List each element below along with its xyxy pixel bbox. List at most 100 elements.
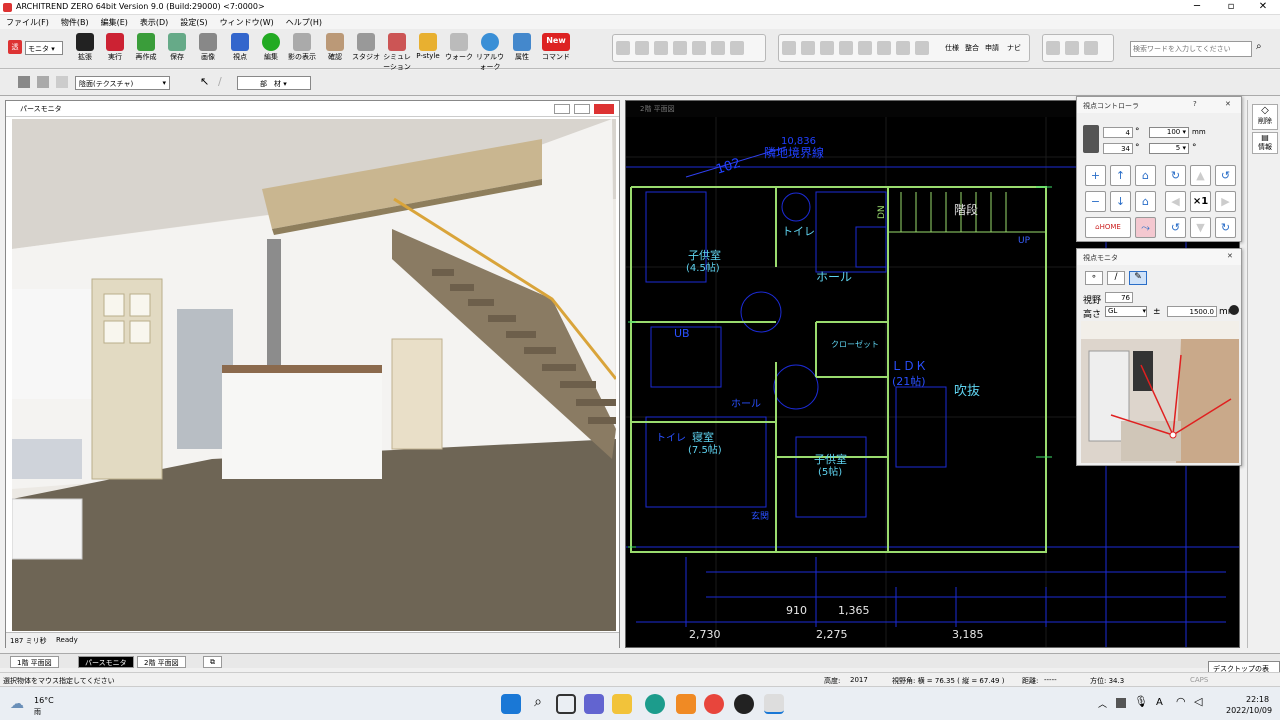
vc-close-icon[interactable]: ✕ [1225, 100, 1231, 108]
rotate-left-button[interactable]: ↻ [1165, 165, 1186, 186]
recreate-button[interactable]: 再作成 [131, 31, 161, 67]
3d-icon[interactable] [858, 41, 872, 55]
check-button[interactable]: 確認 [320, 31, 350, 67]
app-dark-icon[interactable] [734, 694, 754, 714]
transparency-icon[interactable]: 透 [8, 40, 22, 54]
view-mode-icon-2[interactable] [37, 76, 49, 88]
menu-window[interactable]: ウィンドウ(W) [214, 15, 280, 28]
grid-icon[interactable] [896, 41, 910, 55]
walk-mode-button[interactable]: ⤳ [1135, 217, 1156, 238]
brush-icon[interactable]: ∕ [218, 75, 222, 88]
pers-maximize-icon[interactable] [574, 104, 590, 114]
search-icon[interactable]: ⌕ [1256, 41, 1262, 52]
inner-icon[interactable] [1046, 41, 1060, 55]
menu-project[interactable]: 物件(B) [55, 15, 95, 28]
architrend-icon[interactable] [764, 694, 784, 714]
edit-button[interactable]: 編集 [256, 31, 286, 67]
chrome-icon[interactable] [704, 694, 724, 714]
material-icon[interactable] [839, 41, 853, 55]
point-tool-icon[interactable]: ∘ [1085, 271, 1103, 285]
pan-right-button[interactable]: ▶ [1215, 191, 1236, 212]
menu-settings[interactable]: 設定(S) [174, 15, 213, 28]
list-icon[interactable] [915, 41, 929, 55]
vm-close-icon[interactable]: ✕ [1227, 252, 1233, 260]
simulation-button[interactable]: シミュレーション [382, 31, 412, 71]
angle-step-select[interactable]: 5 ▾ [1149, 143, 1189, 154]
shadow-button[interactable]: 影の表示 [287, 31, 317, 67]
search-input[interactable] [1130, 41, 1252, 57]
view-mode-icon-3[interactable] [56, 76, 68, 88]
mode-select[interactable]: モニタ ▾ [25, 41, 63, 55]
pers-close-icon[interactable] [594, 104, 614, 114]
walk-button[interactable]: ウォーク [444, 31, 474, 67]
layer-icon[interactable] [673, 41, 687, 55]
tab-perspective-monitor[interactable]: パースモニタ [78, 656, 134, 668]
disk-icon[interactable] [801, 41, 815, 55]
fov-input[interactable] [1105, 292, 1133, 303]
tray-arrow-icon[interactable]: ︿ [1098, 697, 1107, 710]
extend-button[interactable]: 拡張 [70, 31, 100, 67]
pen-tool-icon[interactable]: ✎ [1129, 271, 1147, 285]
line-tool-icon[interactable]: ∕ [1107, 271, 1125, 285]
spec-button[interactable]: 仕様 [945, 43, 959, 53]
zoom-out-button[interactable]: − [1085, 191, 1106, 212]
ime-indicator[interactable]: A [1156, 697, 1163, 708]
pan-left-button[interactable]: ◀ [1165, 191, 1186, 212]
tab-floor1-plan[interactable]: 1階 平面図 [10, 656, 59, 668]
copy-icon[interactable] [654, 41, 668, 55]
menu-edit[interactable]: 編集(E) [95, 15, 134, 28]
viewpoint-button[interactable]: 視点 [225, 31, 255, 67]
chat-icon[interactable] [584, 694, 604, 714]
angle-input-2[interactable] [1103, 143, 1133, 154]
reference-select[interactable]: GL ▾ [1105, 306, 1147, 317]
menu-file[interactable]: ファイル(F) [0, 15, 55, 28]
zoom-in-button[interactable]: + [1085, 165, 1106, 186]
view-mode-icon-1[interactable] [18, 76, 30, 88]
parts-select[interactable]: 部 材 ▾ [237, 76, 311, 90]
delete-button[interactable]: ◇ 削除 [1252, 104, 1278, 130]
volume-icon[interactable]: ◁ [1194, 695, 1202, 708]
viewpoint-minimap[interactable] [1081, 321, 1239, 463]
view-house-button[interactable]: ⌂ [1135, 165, 1156, 186]
task-view-icon[interactable] [556, 694, 576, 714]
tray-app-icon[interactable] [1116, 698, 1126, 708]
edge-icon[interactable] [645, 694, 665, 714]
gear-icon[interactable] [820, 41, 834, 55]
info-button[interactable]: ▤ 情報 [1252, 132, 1278, 154]
menu-view[interactable]: 表示(D) [134, 15, 174, 28]
close-button[interactable]: ✕ [1246, 0, 1280, 15]
sheet-icon[interactable] [877, 41, 891, 55]
angle-input-1[interactable] [1103, 127, 1133, 138]
step-select[interactable]: 100 ▾ [1149, 127, 1189, 138]
redo-icon[interactable] [1084, 41, 1098, 55]
view-house2-button[interactable]: ⌂ [1135, 191, 1156, 212]
target-icon[interactable] [1229, 305, 1239, 315]
wifi-icon[interactable]: ◠ [1176, 695, 1186, 708]
explorer-icon[interactable] [612, 694, 632, 714]
attribute-button[interactable]: 属性 [507, 31, 537, 67]
triangle-down-icon[interactable] [635, 41, 649, 55]
pointer-icon[interactable]: ↖ [200, 75, 209, 88]
app-orange-icon[interactable] [676, 694, 696, 714]
scale-button[interactable]: ×1 [1190, 191, 1211, 212]
spin-right-button[interactable]: ↻ [1215, 217, 1236, 238]
clock-time[interactable]: 22:18 [1246, 695, 1269, 704]
rotate-right-button[interactable]: ↺ [1215, 165, 1236, 186]
tray-mic-icon[interactable]: 🎙 [1134, 695, 1148, 708]
weather-icon[interactable]: ☁ [10, 696, 24, 712]
clock-date[interactable]: 2022/10/09 [1226, 706, 1272, 715]
menu-help[interactable]: ヘルプ(H) [280, 15, 328, 28]
tile-icon[interactable] [730, 41, 744, 55]
apply-button[interactable]: 申請 [985, 43, 999, 53]
3d-render-view[interactable] [12, 119, 616, 631]
pers-minimize-icon[interactable] [554, 104, 570, 114]
split-icon[interactable] [692, 41, 706, 55]
triangle-up-icon[interactable] [616, 41, 630, 55]
minimize-button[interactable]: ─ [1180, 0, 1214, 15]
start-icon[interactable] [501, 694, 521, 714]
consistency-button[interactable]: 整合 [965, 43, 979, 53]
studio-button[interactable]: スタジオ [351, 31, 381, 67]
maximize-button[interactable]: ▫ [1214, 0, 1248, 15]
real-walk-button[interactable]: リアルウォーク [475, 31, 505, 71]
image-button[interactable]: 画像 [193, 31, 223, 67]
